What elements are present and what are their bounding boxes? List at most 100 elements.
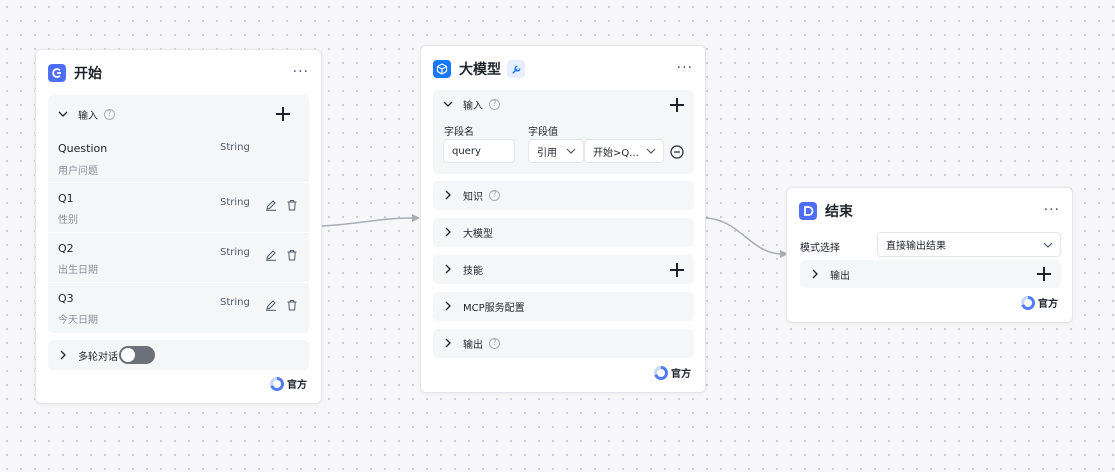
chevron-right-icon[interactable] xyxy=(441,225,455,239)
param-name: Q3 xyxy=(58,292,74,305)
help-icon[interactable]: ? xyxy=(489,337,500,349)
help-icon[interactable]: ? xyxy=(489,189,500,201)
chevron-right-icon[interactable] xyxy=(441,262,455,276)
trash-icon[interactable] xyxy=(286,196,298,211)
mode-select[interactable]: 直接输出结果 xyxy=(877,232,1061,257)
add-input-icon[interactable] xyxy=(670,98,684,112)
param-type: String xyxy=(220,142,250,153)
param-name: Question xyxy=(58,142,108,155)
ref-type-select[interactable]: 引用 xyxy=(528,139,584,163)
start-input-header: 输入 ? xyxy=(56,104,115,124)
end-output-section[interactable]: 输出 xyxy=(800,260,1061,288)
input-section-label: 输入 xyxy=(78,110,98,122)
section-header: 输出 ? xyxy=(441,333,500,353)
multi-turn-label: 多轮对话 xyxy=(78,351,118,363)
official-label: 官方 xyxy=(1038,299,1058,310)
edge-start-to-llm-arrow xyxy=(412,214,420,222)
field-value-header: 字段值 xyxy=(528,127,558,138)
llm-node[interactable]: 大模型 ··· 输入 ? 字段名 字段值 query 引用 开始>Q... 知识… xyxy=(420,45,706,393)
param-desc: 用户问题 xyxy=(58,166,98,177)
section-header: MCP服务配置 xyxy=(441,296,525,316)
skills-label: 技能 xyxy=(463,265,483,277)
multi-turn-row: 多轮对话 xyxy=(56,345,118,365)
field-name-header: 字段名 xyxy=(444,127,474,138)
llm-section-knowledge[interactable]: 知识 ? xyxy=(433,181,694,210)
llm-section-model[interactable]: 大模型 xyxy=(433,218,694,247)
row-divider xyxy=(48,182,309,183)
section-header: 输出 xyxy=(808,264,850,284)
model-label: 大模型 xyxy=(463,228,493,240)
chevron-down-icon[interactable] xyxy=(441,97,455,111)
ref-value: 开始>Q... xyxy=(593,147,639,159)
edit-icon[interactable] xyxy=(265,196,277,211)
llm-section-output[interactable]: 输出 ? xyxy=(433,329,694,358)
start-input-section: 输入 ? Question 用户问题 String Q1 性别 String Q… xyxy=(48,95,309,333)
start-node[interactable]: 开始 ··· 输入 ? Question 用户问题 String Q1 性别 S… xyxy=(35,49,322,404)
add-skill-icon[interactable] xyxy=(670,263,684,277)
trash-icon[interactable] xyxy=(286,246,298,261)
llm-input-section: 输入 ? 字段名 字段值 query 引用 开始>Q... xyxy=(433,90,694,174)
section-header: 技能 xyxy=(441,259,483,279)
trash-icon[interactable] xyxy=(286,296,298,311)
edge-llm-to-end xyxy=(705,217,781,255)
start-node-header: 开始 ··· xyxy=(48,62,309,84)
start-icon xyxy=(48,64,66,82)
more-icon[interactable]: ··· xyxy=(677,60,693,76)
mode-label: 模式选择 xyxy=(800,243,840,254)
cube-icon xyxy=(433,60,451,78)
add-input-icon[interactable] xyxy=(276,107,290,121)
end-node[interactable]: 结束 ··· 模式选择 直接输出结果 输出 官方 xyxy=(786,187,1073,323)
chevron-down-icon xyxy=(1042,239,1054,251)
remove-field-icon[interactable] xyxy=(670,144,684,159)
chevron-down-icon xyxy=(645,145,657,157)
chevron-down-icon[interactable] xyxy=(56,107,70,121)
param-name: Q1 xyxy=(58,192,74,205)
edit-icon[interactable] xyxy=(265,296,277,311)
section-header: 大模型 xyxy=(441,222,493,242)
chevron-right-icon[interactable] xyxy=(808,267,822,281)
start-node-title: 开始 xyxy=(74,66,102,82)
knowledge-label: 知识 xyxy=(463,191,483,203)
section-header: 知识 ? xyxy=(441,185,500,205)
row-divider xyxy=(48,232,309,233)
toggle-knob xyxy=(121,348,135,362)
ref-value-select[interactable]: 开始>Q... xyxy=(584,139,664,163)
chevron-right-icon[interactable] xyxy=(441,336,455,350)
more-icon[interactable]: ··· xyxy=(293,64,309,80)
edge-start-to-llm xyxy=(321,217,413,227)
ref-type-value: 引用 xyxy=(537,147,557,159)
end-node-header: 结束 ··· xyxy=(799,200,1060,222)
row-divider xyxy=(48,282,309,283)
param-desc: 今天日期 xyxy=(58,315,98,326)
edit-icon[interactable] xyxy=(265,246,277,261)
official-logo-icon xyxy=(654,365,668,380)
official-badge: 官方 xyxy=(270,376,307,391)
help-icon[interactable]: ? xyxy=(489,98,500,110)
param-name: Q2 xyxy=(58,242,74,255)
official-logo-icon xyxy=(270,376,284,391)
llm-node-title: 大模型 xyxy=(459,62,501,78)
more-icon[interactable]: ··· xyxy=(1044,202,1060,218)
chevron-right-icon[interactable] xyxy=(441,188,455,202)
end-node-title: 结束 xyxy=(825,204,853,220)
multi-turn-section: 多轮对话 xyxy=(48,340,309,370)
llm-node-header: 大模型 ··· xyxy=(433,58,693,80)
llm-input-header: 输入 ? xyxy=(441,94,500,114)
param-type: String xyxy=(220,247,250,258)
help-icon[interactable]: ? xyxy=(104,108,115,120)
input-section-label: 输入 xyxy=(463,100,483,112)
chevron-right-icon[interactable] xyxy=(441,299,455,313)
official-logo-icon xyxy=(1021,295,1035,310)
wrench-icon[interactable] xyxy=(507,60,525,78)
add-output-icon[interactable] xyxy=(1037,267,1051,281)
official-label: 官方 xyxy=(671,369,691,380)
chevron-right-icon[interactable] xyxy=(56,348,70,362)
field-name-input[interactable]: query xyxy=(443,139,515,163)
param-desc: 出生日期 xyxy=(58,265,98,276)
llm-section-mcp[interactable]: MCP服务配置 xyxy=(433,292,694,321)
llm-section-skills[interactable]: 技能 xyxy=(433,255,694,284)
param-type: String xyxy=(220,197,250,208)
multi-turn-toggle[interactable] xyxy=(119,346,155,364)
output-label: 输出 xyxy=(463,339,483,351)
official-badge: 官方 xyxy=(1021,295,1058,310)
